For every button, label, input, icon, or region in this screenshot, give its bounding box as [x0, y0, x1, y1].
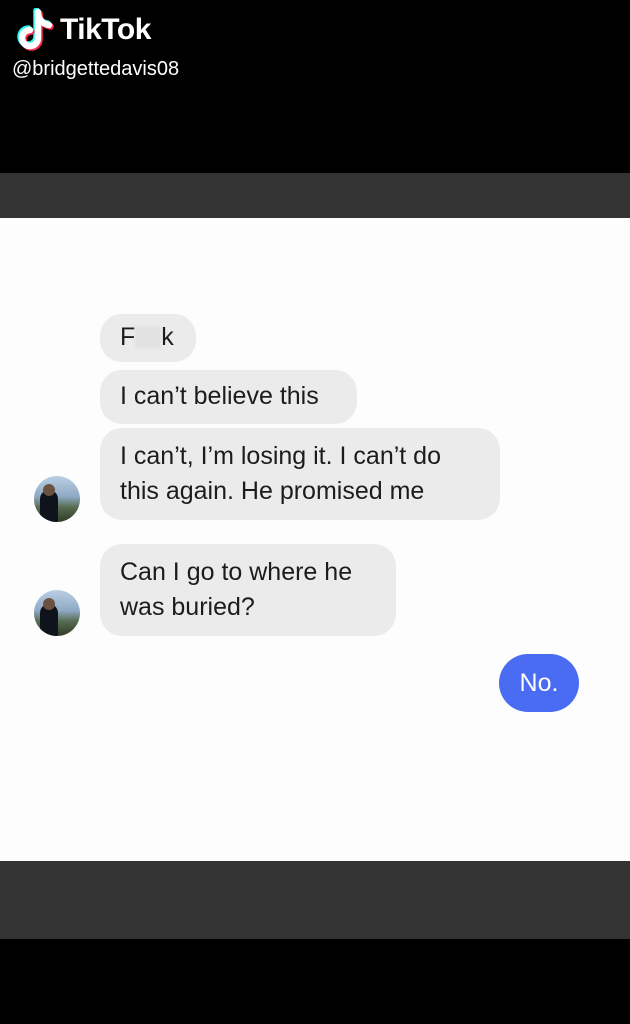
sender-avatar	[34, 476, 80, 522]
tiktok-watermark: TikTok	[14, 8, 151, 52]
creator-handle: @bridgettedavis08	[12, 58, 180, 80]
bottom-gray-band	[0, 861, 630, 939]
bottom-bar	[0, 939, 630, 1024]
tiktok-note-icon	[17, 8, 54, 51]
message-line: this again. He promised me	[120, 477, 425, 505]
sender-avatar	[34, 590, 80, 636]
message-text: F	[120, 323, 136, 351]
censor-blur	[135, 326, 162, 348]
message-text: k	[161, 323, 174, 351]
outgoing-message-bubble: No.	[499, 654, 579, 712]
tiktok-wordmark: TikTok	[60, 13, 151, 46]
top-bar: TikTok @bridgettedavis08	[0, 0, 630, 173]
message-bubble-2: I can’t believe this	[100, 370, 357, 424]
top-gray-band	[0, 173, 630, 218]
message-line: was buried?	[120, 593, 255, 621]
message-line: Can I go to where he	[120, 558, 353, 586]
message-bubble-4: Can I go to where he was buried?	[100, 544, 396, 636]
message-line: I can’t, I’m losing it. I can’t do	[120, 442, 441, 470]
message-text: I can’t believe this	[120, 382, 319, 410]
message-bubble-3: I can’t, I’m losing it. I can’t do this …	[100, 428, 500, 520]
message-bubble-1: Fk	[100, 314, 196, 362]
message-text: No.	[519, 669, 559, 697]
chat-screenshot: Fk I can’t believe this I can’t, I’m los…	[0, 218, 630, 861]
